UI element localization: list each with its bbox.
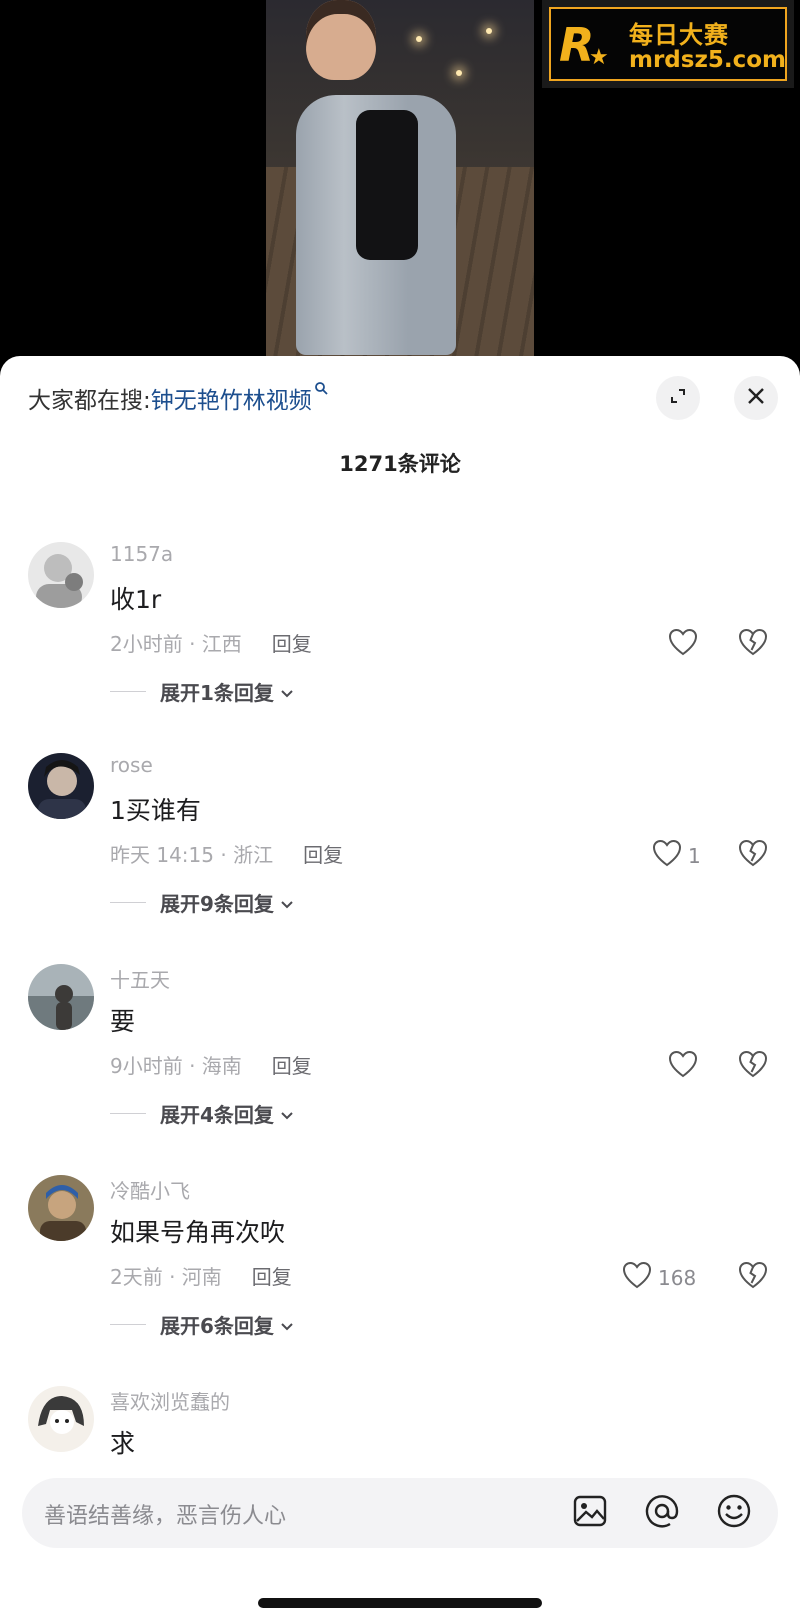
chevron-down-icon xyxy=(280,1313,294,1337)
broken-heart-icon xyxy=(738,1261,768,1293)
comment-meta: 昨天 14:15 · 浙江 回复 xyxy=(110,839,343,868)
avatar[interactable] xyxy=(28,542,94,608)
comment-text: 1买谁有 xyxy=(110,796,201,825)
heart-icon xyxy=(622,1261,652,1294)
comment-text: 求 xyxy=(110,1429,136,1458)
dislike-button[interactable] xyxy=(738,628,768,660)
emoji-icon xyxy=(716,1493,752,1533)
comment-item: 1157a 收1r 2小时前 · 江西 回复 展开1条回复 xyxy=(0,542,800,742)
video-person-top xyxy=(356,110,418,260)
mention-button[interactable] xyxy=(642,1493,682,1533)
expand-replies-button[interactable]: 展开9条回复 xyxy=(110,888,294,917)
divider xyxy=(110,691,146,692)
chevron-down-icon xyxy=(280,680,294,704)
close-button[interactable] xyxy=(734,376,778,420)
comment-username[interactable]: 十五天 xyxy=(110,964,170,993)
comment-meta: 2小时前 · 江西 回复 xyxy=(110,628,312,657)
comment-item: rose 1买谁有 昨天 14:15 · 浙江 回复 1 展开9条回复 xyxy=(0,753,800,953)
reply-button[interactable]: 回复 xyxy=(272,1050,312,1079)
like-button[interactable] xyxy=(668,1050,698,1083)
divider xyxy=(110,902,146,903)
comment-time-location: 9小时前 · 海南 xyxy=(110,1054,242,1078)
expand-replies-button[interactable]: 展开4条回复 xyxy=(110,1099,294,1128)
like-button[interactable]: 168 xyxy=(622,1261,696,1294)
broken-heart-icon xyxy=(738,628,768,660)
avatar[interactable] xyxy=(28,753,94,819)
broken-heart-icon xyxy=(738,1050,768,1082)
star-icon: ★ xyxy=(589,45,609,70)
chevron-down-icon xyxy=(280,891,294,915)
expand-replies-label: 展开4条回复 xyxy=(160,1103,274,1127)
at-sign-icon xyxy=(644,1493,680,1533)
watermark-url: mrdsz5.com xyxy=(629,47,786,73)
watermark-title: 每日大赛 xyxy=(629,21,729,49)
comment-time-location: 2小时前 · 江西 xyxy=(110,632,242,656)
divider xyxy=(110,1113,146,1114)
dislike-button[interactable] xyxy=(738,1261,768,1293)
search-suggestion[interactable]: 大家都在搜: 钟无艳竹林视频 xyxy=(28,378,328,418)
like-button[interactable]: 1 xyxy=(652,839,701,872)
comment-count: 1271条评论 xyxy=(339,452,461,476)
comment-meta: 9小时前 · 海南 回复 xyxy=(110,1050,312,1079)
watermark: R ★ 每日大赛 mrdsz5.com xyxy=(542,0,794,88)
like-button[interactable] xyxy=(668,628,698,661)
comment-item: 冷酷小飞 如果号角再次吹 2天前 · 河南 回复 168 展开6条回复 xyxy=(0,1175,800,1375)
comment-text: 收1r xyxy=(110,585,162,614)
search-suggestion-prefix: 大家都在搜: xyxy=(28,388,151,414)
search-suggestion-link[interactable]: 钟无艳竹林视频 xyxy=(151,381,312,415)
divider xyxy=(110,1324,146,1325)
reply-button[interactable]: 回复 xyxy=(252,1261,292,1290)
reply-button[interactable]: 回复 xyxy=(303,839,343,868)
avatar[interactable] xyxy=(28,1386,94,1452)
comment-input[interactable]: 善语结善缘，恶言伤人心 xyxy=(22,1478,778,1548)
comment-time-location: 2天前 · 河南 xyxy=(110,1265,222,1289)
comment-sheet: 大家都在搜: 钟无艳竹林视频 1271条评论 1157a 收1r 2小时前 · … xyxy=(0,356,800,1608)
expand-icon xyxy=(668,386,688,410)
like-count: 168 xyxy=(658,1265,697,1290)
dislike-button[interactable] xyxy=(738,839,768,871)
comment-text: 要 xyxy=(110,1007,136,1036)
comment-meta: 2天前 · 河南 回复 xyxy=(110,1261,292,1290)
comment-item: 十五天 要 9小时前 · 海南 回复 展开4条回复 xyxy=(0,964,800,1164)
close-icon xyxy=(746,386,766,410)
image-icon xyxy=(573,1495,607,1531)
heart-icon xyxy=(652,839,682,872)
like-count: 1 xyxy=(688,843,701,868)
emoji-button[interactable] xyxy=(714,1493,754,1533)
comment-time-location: 昨天 14:15 · 浙江 xyxy=(110,843,274,867)
chevron-down-icon xyxy=(280,1102,294,1126)
comment-username[interactable]: 喜欢浏览蠢的 xyxy=(110,1386,230,1415)
expand-replies-label: 展开1条回复 xyxy=(160,681,274,705)
heart-icon xyxy=(668,628,698,661)
home-indicator[interactable] xyxy=(258,1598,542,1608)
expand-replies-button[interactable]: 展开1条回复 xyxy=(110,677,294,706)
reply-button[interactable]: 回复 xyxy=(272,628,312,657)
video-area[interactable]: R ★ 每日大赛 mrdsz5.com xyxy=(0,0,800,370)
video-person-head xyxy=(306,0,376,80)
street-light xyxy=(416,36,422,42)
avatar[interactable] xyxy=(28,1175,94,1241)
comment-username[interactable]: 1157a xyxy=(110,542,173,566)
comment-username[interactable]: 冷酷小飞 xyxy=(110,1175,190,1204)
comment-username[interactable]: rose xyxy=(110,753,153,777)
heart-icon xyxy=(668,1050,698,1083)
expand-replies-label: 展开9条回复 xyxy=(160,892,274,916)
comment-text: 如果号角再次吹 xyxy=(110,1218,286,1247)
image-button[interactable] xyxy=(570,1493,610,1533)
video-frame[interactable] xyxy=(266,0,534,370)
street-light xyxy=(486,28,492,34)
avatar[interactable] xyxy=(28,964,94,1030)
comment-input-placeholder: 善语结善缘，恶言伤人心 xyxy=(44,1504,287,1529)
expand-replies-button[interactable]: 展开6条回复 xyxy=(110,1310,294,1339)
expand-replies-label: 展开6条回复 xyxy=(160,1314,274,1338)
dislike-button[interactable] xyxy=(738,1050,768,1082)
broken-heart-icon xyxy=(738,839,768,871)
search-icon xyxy=(314,381,328,399)
expand-button[interactable] xyxy=(656,376,700,420)
comment-item: 喜欢浏览蠢的 求 xyxy=(0,1386,800,1466)
street-light xyxy=(456,70,462,76)
